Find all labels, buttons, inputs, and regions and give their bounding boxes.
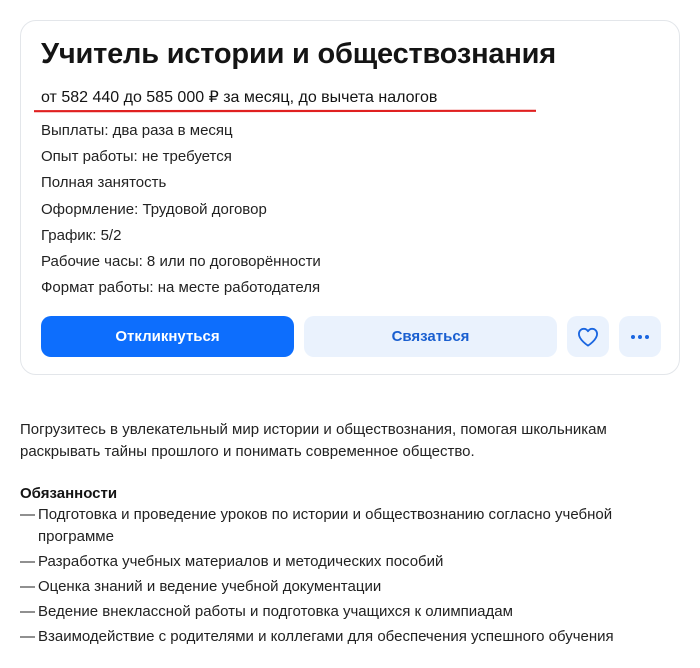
info-employment: Полная занятость <box>41 174 167 192</box>
duties-section: Обязанности — Подготовка и проведение уро… <box>20 484 680 651</box>
duty-item: — Разработка учебных материалов и методич… <box>20 551 680 573</box>
dash-bullet: — <box>20 506 35 523</box>
duty-text: Оценка знаний и ведение учебной документ… <box>38 578 382 595</box>
favorite-button[interactable] <box>567 316 609 357</box>
apply-button[interactable]: Откликнуться <box>41 316 294 357</box>
vacancy-info-list: Выплаты: два раза в месяц Опыт работы: н… <box>41 118 321 301</box>
info-contract: Оформление: Трудовой договор <box>41 200 267 218</box>
dash-bullet: — <box>20 553 35 570</box>
dash-bullet: — <box>20 578 35 595</box>
info-experience: Опыт работы: не требуется <box>41 148 232 166</box>
duty-text: Подготовка и проведение уроков по истори… <box>38 506 613 545</box>
duty-item: — Подготовка и проведение уроков по истор… <box>20 504 680 548</box>
more-button[interactable] <box>619 316 661 357</box>
info-payouts: Выплаты: два раза в месяц <box>41 122 233 139</box>
contact-button[interactable]: Связаться <box>304 316 557 357</box>
duty-text: Ведение внеклассной работы и подготовка … <box>38 603 513 620</box>
vacancy-description: Погрузитесь в увлекательный мир истории … <box>20 421 607 460</box>
duties-title: Обязанности <box>20 485 118 502</box>
duty-item: — Взаимодействие с родителями и коллегами… <box>20 626 680 648</box>
heart-icon <box>578 327 598 347</box>
duty-item: — Ведение внеклассной работы и подготовка… <box>20 601 680 623</box>
vacancy-card: Учитель истории и обществознания от 582 … <box>20 20 680 375</box>
salary-text: от 582 440 до 585 000 ₽ за месяц, до выч… <box>41 89 438 106</box>
dash-bullet: — <box>20 628 35 645</box>
info-hours: Рабочие часы: 8 или по договорённости <box>41 252 321 270</box>
salary-red-underline <box>34 109 536 113</box>
duties-list: — Подготовка и проведение уроков по истор… <box>20 504 680 648</box>
dash-bullet: — <box>20 603 35 620</box>
more-horizontal-icon <box>631 334 649 339</box>
vacancy-title: Учитель истории и обществознания <box>41 38 557 70</box>
duty-item: — Оценка знаний и ведение учебной докумен… <box>20 576 680 598</box>
info-work-format: Формат работы: на месте работодателя <box>41 279 321 297</box>
info-schedule: График: 5/2 <box>41 226 122 244</box>
duty-text: Разработка учебных материалов и методиче… <box>38 553 444 570</box>
duty-text: Взаимодействие с родителями и коллегами … <box>38 628 614 645</box>
